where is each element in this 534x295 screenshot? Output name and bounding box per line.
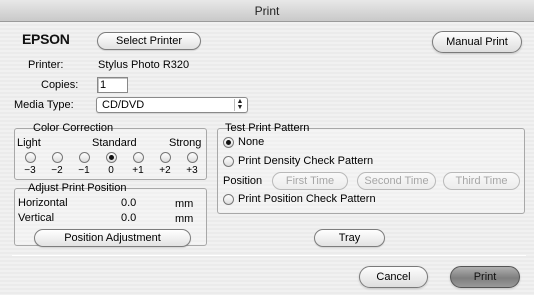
test-print-pattern-title: Test Print Pattern xyxy=(225,122,310,134)
tick-label: +2 xyxy=(159,165,171,176)
color-correction-radio-minus3[interactable] xyxy=(25,152,36,163)
vertical-label: Vertical xyxy=(18,212,55,224)
select-arrows-icon: ▲ ▼ xyxy=(234,98,245,111)
color-correction-radio-plus3[interactable] xyxy=(187,152,198,163)
printer-value: Stylus Photo R320 xyxy=(98,59,190,71)
test-pattern-none-radio[interactable] xyxy=(223,137,234,148)
second-time-button[interactable]: Second Time xyxy=(357,172,436,190)
tray-button[interactable]: Tray xyxy=(314,229,385,247)
vertical-value: 0.0 xyxy=(121,212,137,224)
horizontal-value: 0.0 xyxy=(121,197,137,209)
manual-print-button[interactable]: Manual Print xyxy=(432,31,522,53)
tick-label: −1 xyxy=(78,165,90,176)
print-button[interactable]: Print xyxy=(450,266,520,288)
color-correction-radio-minus1[interactable] xyxy=(79,152,90,163)
select-printer-button[interactable]: Select Printer xyxy=(97,32,201,50)
tick-label: 0 xyxy=(108,165,114,176)
window-title-bar: Print xyxy=(0,0,534,22)
test-pattern-density-label: Print Density Check Pattern xyxy=(238,155,374,167)
adjust-print-position-title: Adjust Print Position xyxy=(28,182,127,194)
color-correction-title: Color Correction xyxy=(33,122,114,134)
vertical-unit: mm xyxy=(175,213,194,225)
position-adjustment-button[interactable]: Position Adjustment xyxy=(34,229,191,247)
color-correction-radio-plus2[interactable] xyxy=(160,152,171,163)
footer-divider xyxy=(12,255,526,256)
window-title: Print xyxy=(254,4,280,18)
strong-label: Strong xyxy=(169,137,202,149)
horizontal-unit: mm xyxy=(175,198,194,210)
epson-logo: EPSON xyxy=(22,31,70,47)
tick-label: −3 xyxy=(24,165,36,176)
media-type-value: CD/DVD xyxy=(102,99,145,111)
position-label: Position xyxy=(223,175,263,187)
light-label: Light xyxy=(17,137,41,149)
media-type-label: Media Type: xyxy=(14,99,74,111)
color-correction-radio-0[interactable] xyxy=(106,152,117,163)
copies-label: Copies: xyxy=(41,79,79,91)
tick-label: +3 xyxy=(186,165,198,176)
third-time-button[interactable]: Third Time xyxy=(443,172,520,190)
color-correction-radio-plus1[interactable] xyxy=(133,152,144,163)
tick-label: −2 xyxy=(51,165,63,176)
test-pattern-none-label: None xyxy=(238,136,265,148)
test-pattern-position-radio[interactable] xyxy=(223,194,234,205)
first-time-button[interactable]: First Time xyxy=(272,172,348,190)
tick-label: +1 xyxy=(132,165,144,176)
horizontal-label: Horizontal xyxy=(18,197,68,209)
copies-field[interactable]: 1 xyxy=(97,77,128,93)
color-correction-radio-minus2[interactable] xyxy=(52,152,63,163)
media-type-select[interactable]: CD/DVD ▲ ▼ xyxy=(96,97,248,113)
test-pattern-density-radio[interactable] xyxy=(223,156,234,167)
printer-label: Printer: xyxy=(28,59,64,71)
standard-label: Standard xyxy=(92,137,137,149)
print-dialog: EPSON Select Printer Manual Print Printe… xyxy=(0,22,534,295)
test-pattern-position-label: Print Position Check Pattern xyxy=(238,193,376,205)
cancel-button[interactable]: Cancel xyxy=(359,266,428,288)
